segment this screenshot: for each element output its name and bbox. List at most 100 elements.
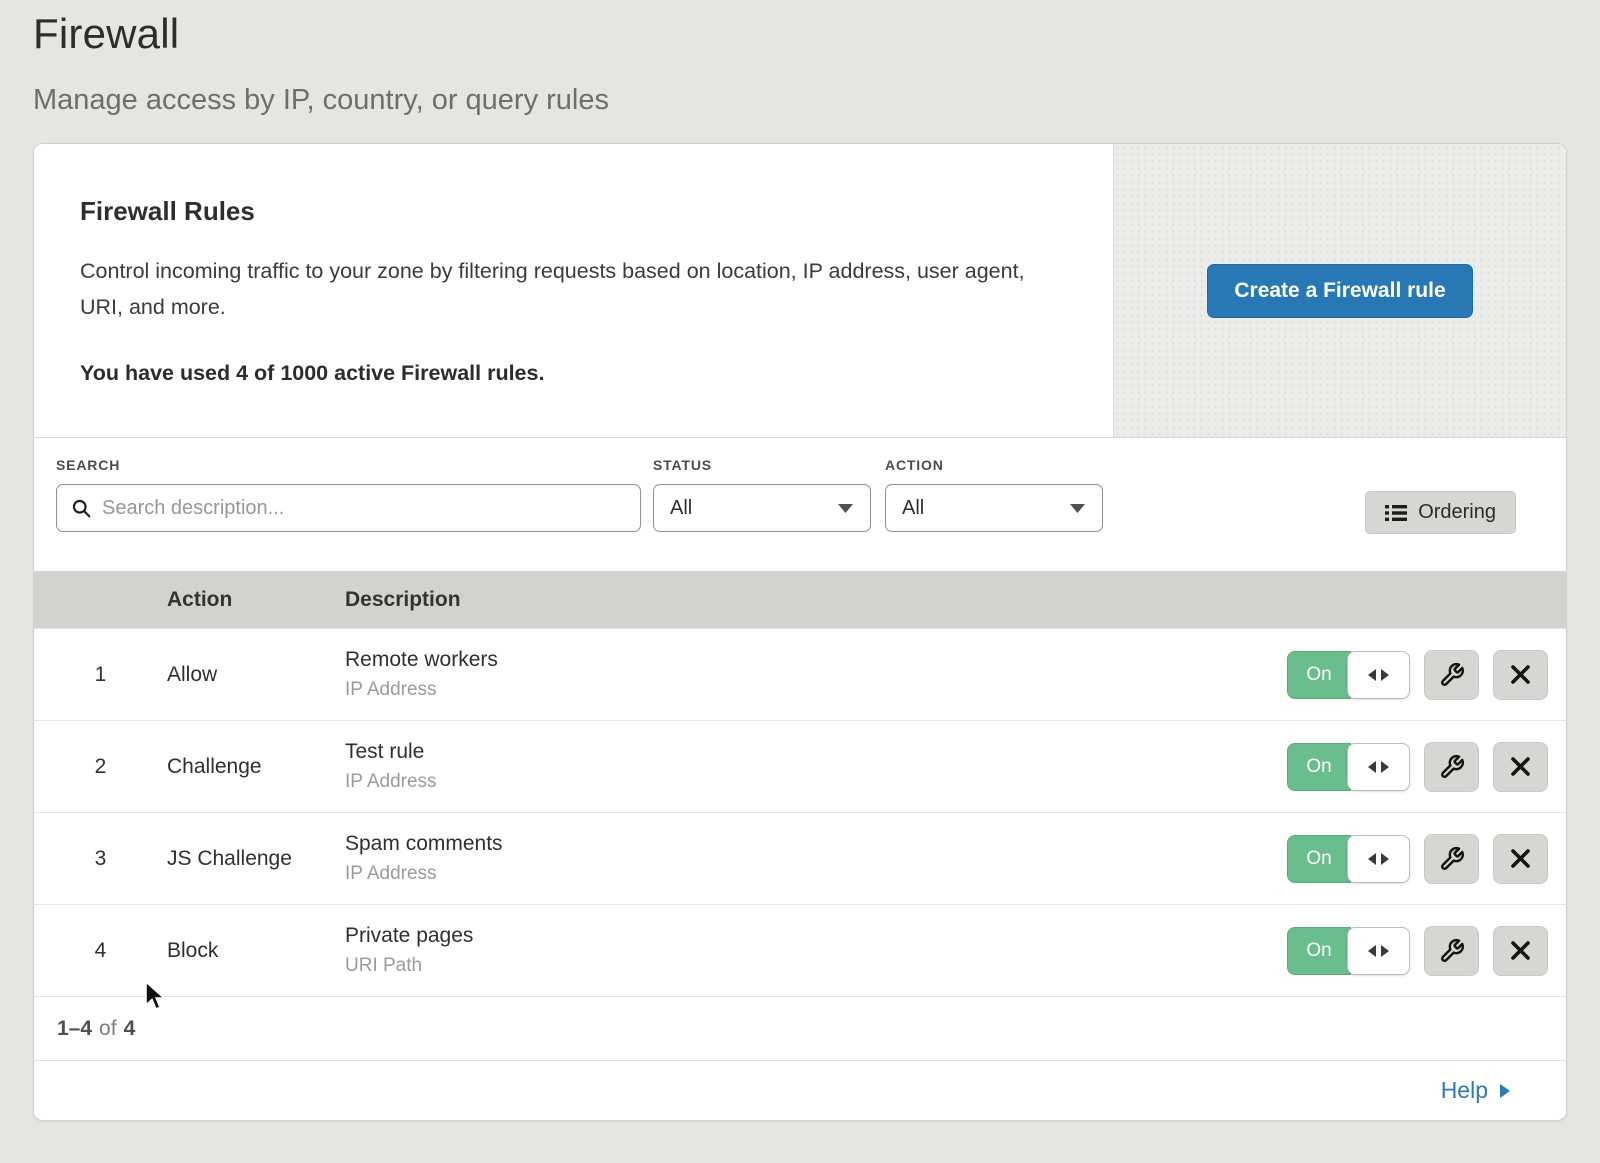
rule-priority: 1 <box>34 663 167 687</box>
create-firewall-rule-button[interactable]: Create a Firewall rule <box>1207 264 1472 318</box>
table-row: 2 Challenge Test rule IP Address On <box>34 720 1566 812</box>
info-section: Firewall Rules Control incoming traffic … <box>34 144 1566 438</box>
info-card-description: Control incoming traffic to your zone by… <box>80 253 1025 325</box>
rule-match-type: IP Address <box>345 771 1287 793</box>
play-arrow-icon <box>1499 1083 1511 1099</box>
status-selected-value: All <box>670 497 692 520</box>
firewall-rules-panel: Firewall Rules Control incoming traffic … <box>33 143 1567 1121</box>
rule-controls: On <box>1287 834 1566 884</box>
info-panel: Firewall Rules Control incoming traffic … <box>34 144 1114 437</box>
chevron-down-icon <box>837 503 854 514</box>
pagination-range: 1–4 <box>57 1017 92 1041</box>
rule-priority: 2 <box>34 755 167 779</box>
status-filter-group: STATUS All <box>653 457 871 532</box>
usage-note: You have used 4 of 1000 active Firewall … <box>80 361 1043 386</box>
edit-rule-button[interactable] <box>1424 650 1479 700</box>
delete-rule-button[interactable] <box>1493 742 1548 792</box>
chevron-down-icon <box>1069 503 1086 514</box>
close-icon <box>1510 756 1531 777</box>
rule-enabled-toggle[interactable]: On <box>1287 835 1410 883</box>
rule-description: Test rule <box>345 740 1287 764</box>
search-filter-group: SEARCH <box>56 457 641 532</box>
info-card-title: Firewall Rules <box>80 196 1043 227</box>
ordering-button-label: Ordering <box>1418 501 1496 524</box>
rule-controls: On <box>1287 926 1566 976</box>
list-icon <box>1385 503 1407 523</box>
action-label: ACTION <box>885 457 1103 473</box>
help-link-label: Help <box>1441 1077 1488 1104</box>
edit-rule-button[interactable] <box>1424 834 1479 884</box>
delete-rule-button[interactable] <box>1493 650 1548 700</box>
table-row: 1 Allow Remote workers IP Address On <box>34 628 1566 720</box>
rule-match-type: IP Address <box>345 863 1287 885</box>
ordering-button[interactable]: Ordering <box>1365 491 1516 534</box>
rule-match-type: URI Path <box>345 955 1287 977</box>
delete-rule-button[interactable] <box>1493 926 1548 976</box>
rule-enabled-toggle[interactable]: On <box>1287 927 1410 975</box>
rule-priority: 3 <box>34 847 167 871</box>
edit-rule-button[interactable] <box>1424 742 1479 792</box>
toggle-on-label: On <box>1287 927 1351 975</box>
action-filter-group: ACTION All <box>885 457 1103 532</box>
pagination-bar: 1–4 of 4 <box>34 996 1566 1060</box>
pagination-total: 4 <box>124 1017 136 1041</box>
table-row: 3 JS Challenge Spam comments IP Address … <box>34 812 1566 904</box>
edit-rule-button[interactable] <box>1424 926 1479 976</box>
pagination-of: of <box>99 1017 117 1041</box>
close-icon <box>1510 848 1531 869</box>
delete-rule-button[interactable] <box>1493 834 1548 884</box>
rule-priority: 4 <box>34 939 167 963</box>
arrow-right-icon <box>1381 945 1389 957</box>
page-title: Firewall <box>33 10 1600 58</box>
help-link[interactable]: Help <box>1441 1077 1511 1104</box>
arrow-left-icon <box>1368 761 1376 773</box>
arrow-left-icon <box>1368 945 1376 957</box>
arrow-right-icon <box>1381 761 1389 773</box>
wrench-icon <box>1439 846 1465 872</box>
toggle-on-label: On <box>1287 651 1351 699</box>
rule-enabled-toggle[interactable]: On <box>1287 743 1410 791</box>
page-subtitle: Manage access by IP, country, or query r… <box>33 84 1600 117</box>
search-box[interactable] <box>56 484 641 532</box>
panel-footer: Help <box>34 1060 1566 1120</box>
wrench-icon <box>1439 938 1465 964</box>
page-header: Firewall Manage access by IP, country, o… <box>0 0 1600 117</box>
arrow-left-icon <box>1368 853 1376 865</box>
search-icon <box>71 498 92 519</box>
wrench-icon <box>1439 754 1465 780</box>
table-header: Action Description <box>34 571 1566 628</box>
mouse-cursor-icon <box>144 981 168 1013</box>
status-select[interactable]: All <box>653 484 871 532</box>
rule-action: Allow <box>167 663 345 687</box>
arrow-right-icon <box>1381 669 1389 681</box>
action-column-header: Action <box>167 588 345 612</box>
toggle-knob[interactable] <box>1347 651 1410 699</box>
rule-controls: On <box>1287 742 1566 792</box>
wrench-icon <box>1439 662 1465 688</box>
toggle-knob[interactable] <box>1347 835 1410 883</box>
table-row: 4 Block Private pages URI Path On <box>34 904 1566 996</box>
filter-bar: SEARCH STATUS All ACTION <box>34 438 1566 571</box>
rule-description: Private pages <box>345 924 1287 948</box>
toggle-on-label: On <box>1287 743 1351 791</box>
search-input[interactable] <box>102 497 626 520</box>
close-icon <box>1510 940 1531 961</box>
arrow-right-icon <box>1381 853 1389 865</box>
action-select[interactable]: All <box>885 484 1103 532</box>
rule-description: Remote workers <box>345 648 1287 672</box>
rule-controls: On <box>1287 650 1566 700</box>
toggle-on-label: On <box>1287 835 1351 883</box>
rule-enabled-toggle[interactable]: On <box>1287 651 1410 699</box>
status-label: STATUS <box>653 457 871 473</box>
rule-action: JS Challenge <box>167 847 345 871</box>
search-label: SEARCH <box>56 457 641 473</box>
create-rule-aside: Create a Firewall rule <box>1114 144 1566 437</box>
rule-action: Challenge <box>167 755 345 779</box>
arrow-left-icon <box>1368 669 1376 681</box>
toggle-knob[interactable] <box>1347 927 1410 975</box>
rule-description: Spam comments <box>345 832 1287 856</box>
toggle-knob[interactable] <box>1347 743 1410 791</box>
close-icon <box>1510 664 1531 685</box>
rule-match-type: IP Address <box>345 679 1287 701</box>
description-column-header: Description <box>345 588 1566 612</box>
